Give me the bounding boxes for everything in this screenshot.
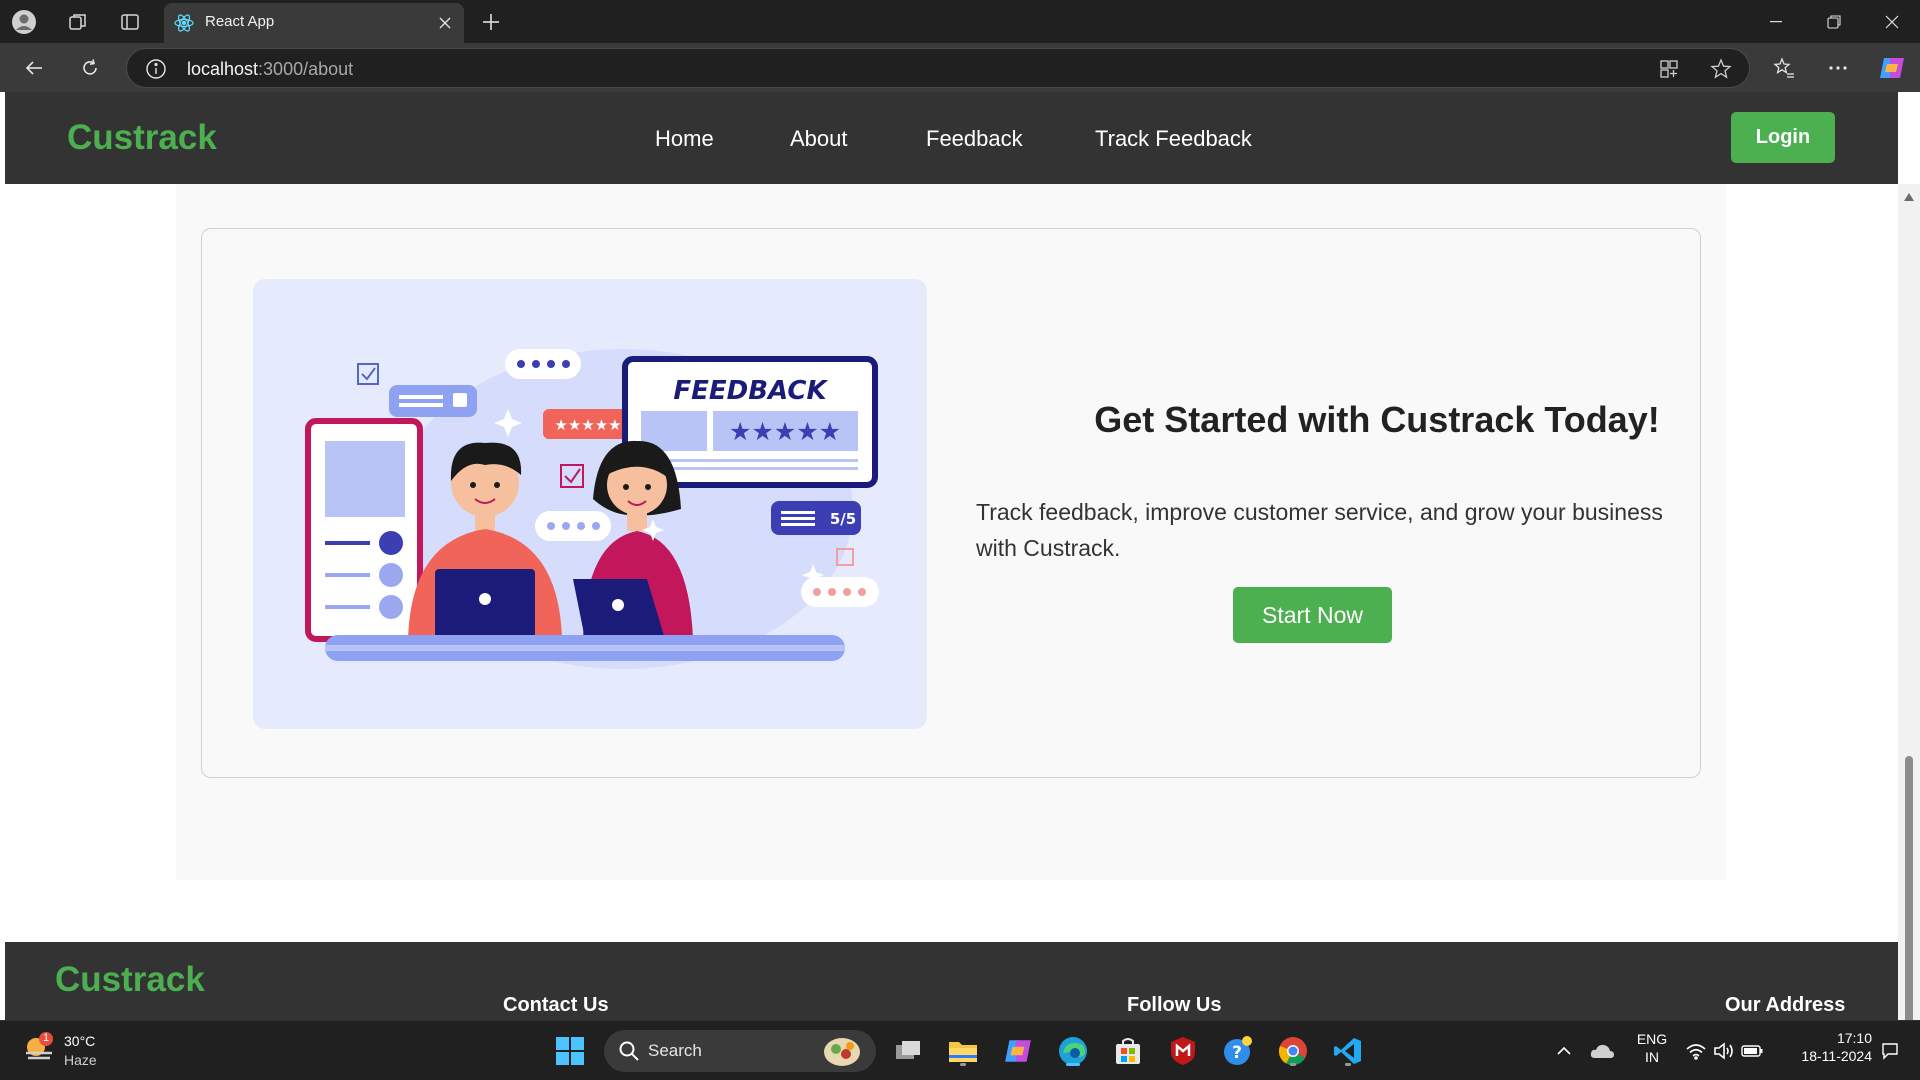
address-bar[interactable]: localhost:3000/about bbox=[126, 48, 1750, 88]
scroll-up-icon[interactable] bbox=[1903, 190, 1915, 202]
svg-text:★★★★★: ★★★★★ bbox=[729, 417, 841, 446]
start-icon[interactable] bbox=[552, 1033, 588, 1069]
feedback-sign-text: FEEDBACK bbox=[673, 376, 828, 406]
clock-time[interactable]: 17:10 bbox=[1782, 1030, 1872, 1046]
cta-card: ★★★★★ FEEDBACK ★★★★★ 5/5 Get Started wit… bbox=[201, 228, 1701, 778]
store-icon[interactable] bbox=[1110, 1033, 1146, 1069]
active-tab[interactable]: React App bbox=[164, 3, 464, 43]
nav-link-track-feedback[interactable]: Track Feedback bbox=[1095, 126, 1252, 152]
restore-icon[interactable] bbox=[1806, 0, 1862, 43]
search-icon bbox=[618, 1040, 640, 1067]
vscode-icon[interactable] bbox=[1330, 1033, 1366, 1069]
url-text[interactable]: localhost:3000/about bbox=[187, 59, 353, 80]
more-icon[interactable] bbox=[1820, 50, 1856, 86]
page-scrollbar[interactable] bbox=[1898, 184, 1920, 1020]
help-icon[interactable]: ? bbox=[1220, 1033, 1256, 1069]
footer-heading-address: Our Address bbox=[1725, 994, 1846, 1016]
task-view-icon[interactable] bbox=[890, 1033, 926, 1069]
close-tab-icon[interactable] bbox=[432, 10, 458, 36]
browser-toolbar: localhost:3000/about bbox=[0, 43, 1920, 92]
search-highlight-icon bbox=[822, 1034, 862, 1073]
page-viewport: Custrack Home About Feedback Track Feedb… bbox=[0, 92, 1920, 1020]
weather-widget[interactable]: 1 30°C Haze bbox=[22, 1031, 142, 1073]
taskbar-search[interactable]: Search bbox=[604, 1030, 876, 1072]
footer-heading-contact: Contact Us bbox=[503, 994, 609, 1016]
browser-tab-bar: React App bbox=[0, 0, 1920, 43]
favorite-star-icon[interactable] bbox=[1709, 57, 1733, 81]
mcafee-icon[interactable] bbox=[1165, 1033, 1201, 1069]
clock-date[interactable]: 18-11-2024 bbox=[1782, 1048, 1872, 1064]
weather-temp: 30°C bbox=[64, 1033, 96, 1049]
nav-link-feedback[interactable]: Feedback bbox=[926, 126, 1023, 152]
onedrive-icon[interactable] bbox=[1584, 1033, 1620, 1069]
cta-description: Track feedback, improve customer service… bbox=[976, 499, 1663, 561]
lang-line1[interactable]: ENG bbox=[1630, 1031, 1674, 1047]
site-logo[interactable]: Custrack bbox=[67, 118, 217, 158]
site-footer: Custrack Contact Us Follow Us Our Addres… bbox=[5, 942, 1898, 1020]
profile-icon[interactable] bbox=[8, 6, 40, 38]
haze-icon bbox=[26, 1032, 53, 1060]
battery-icon[interactable] bbox=[1736, 1033, 1768, 1069]
lang-line2[interactable]: IN bbox=[1630, 1049, 1674, 1065]
cta-heading: Get Started with Custrack Today! bbox=[1094, 399, 1660, 440]
tray-overflow-icon[interactable] bbox=[1546, 1033, 1582, 1069]
refresh-icon[interactable] bbox=[72, 50, 108, 86]
svg-text:?: ? bbox=[1232, 1043, 1242, 1063]
feedback-illustration: ★★★★★ FEEDBACK ★★★★★ 5/5 bbox=[253, 279, 927, 729]
site-navbar: Custrack Home About Feedback Track Feedb… bbox=[5, 92, 1898, 184]
notifications-icon[interactable] bbox=[1876, 1033, 1904, 1069]
weather-desc: Haze bbox=[64, 1052, 97, 1068]
svg-text:★★★★★: ★★★★★ bbox=[554, 416, 621, 434]
minimize-icon[interactable] bbox=[1748, 0, 1804, 43]
back-icon[interactable] bbox=[16, 50, 52, 86]
nav-link-about[interactable]: About bbox=[790, 126, 848, 152]
close-window-icon[interactable] bbox=[1864, 0, 1920, 43]
footer-logo: Custrack bbox=[55, 960, 205, 999]
weather-badge: 1 bbox=[43, 1032, 50, 1044]
scrollbar-thumb[interactable] bbox=[1905, 756, 1913, 1020]
chrome-icon[interactable] bbox=[1275, 1033, 1311, 1069]
workspaces-icon[interactable] bbox=[62, 6, 94, 38]
react-favicon bbox=[174, 13, 194, 33]
new-tab-icon[interactable] bbox=[475, 6, 507, 38]
search-label: Search bbox=[648, 1041, 702, 1060]
start-now-button[interactable]: Start Now bbox=[1233, 587, 1392, 643]
copilot-app-icon[interactable] bbox=[1000, 1033, 1036, 1069]
rating-badge-text: 5/5 bbox=[830, 510, 856, 528]
footer-heading-follow: Follow Us bbox=[1127, 994, 1222, 1016]
app-available-icon[interactable] bbox=[1657, 57, 1681, 81]
site-info-icon[interactable] bbox=[145, 58, 167, 80]
login-button[interactable]: Login bbox=[1731, 112, 1835, 163]
copilot-icon[interactable] bbox=[1874, 50, 1910, 86]
tab-title: React App bbox=[205, 13, 275, 30]
file-explorer-icon[interactable] bbox=[945, 1033, 981, 1069]
edge-icon[interactable] bbox=[1055, 1033, 1091, 1069]
nav-link-home[interactable]: Home bbox=[655, 126, 714, 152]
windows-taskbar: 1 30°C Haze Search ? ENG IN 17:10 18-11-… bbox=[0, 1020, 1920, 1080]
tab-actions-icon[interactable] bbox=[114, 6, 146, 38]
favorites-icon[interactable] bbox=[1766, 50, 1802, 86]
